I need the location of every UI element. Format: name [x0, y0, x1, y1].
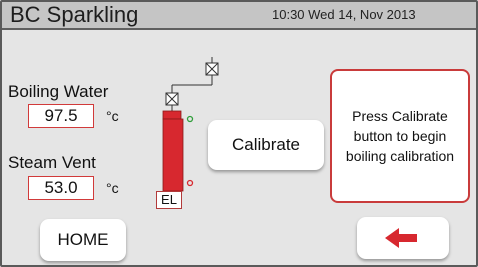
touch-screen: BC Sparkling 10:30 Wed 14, Nov 2013 Boil…	[0, 0, 478, 267]
element-label: EL	[156, 191, 182, 209]
calibrate-button[interactable]: Calibrate	[208, 120, 324, 170]
back-button[interactable]	[357, 217, 449, 259]
heater-indicator	[186, 179, 194, 187]
boiling-water-value: 97.5	[28, 104, 94, 128]
home-button[interactable]: HOME	[40, 219, 126, 261]
boiling-water-unit: °c	[106, 108, 119, 124]
steam-vent-unit: °c	[106, 180, 119, 196]
app-title: BC Sparkling	[10, 2, 139, 27]
left-arrow-icon	[385, 228, 417, 248]
tank-neck	[162, 110, 182, 120]
calibration-message: Press Calibrate button to begin boiling …	[330, 69, 470, 203]
top-valve-icon	[205, 62, 219, 76]
steam-vent-value: 53.0	[28, 176, 94, 200]
inlet-valve-icon	[165, 92, 179, 106]
steam-vent-label: Steam Vent	[8, 153, 96, 172]
header-bar: BC Sparkling 10:30 Wed 14, Nov 2013	[2, 2, 476, 30]
datetime-display: 10:30 Wed 14, Nov 2013	[272, 7, 416, 22]
boiler-tank	[162, 118, 184, 192]
boiling-water-label: Boiling Water	[8, 82, 109, 101]
level-sensor-indicator	[186, 115, 194, 123]
